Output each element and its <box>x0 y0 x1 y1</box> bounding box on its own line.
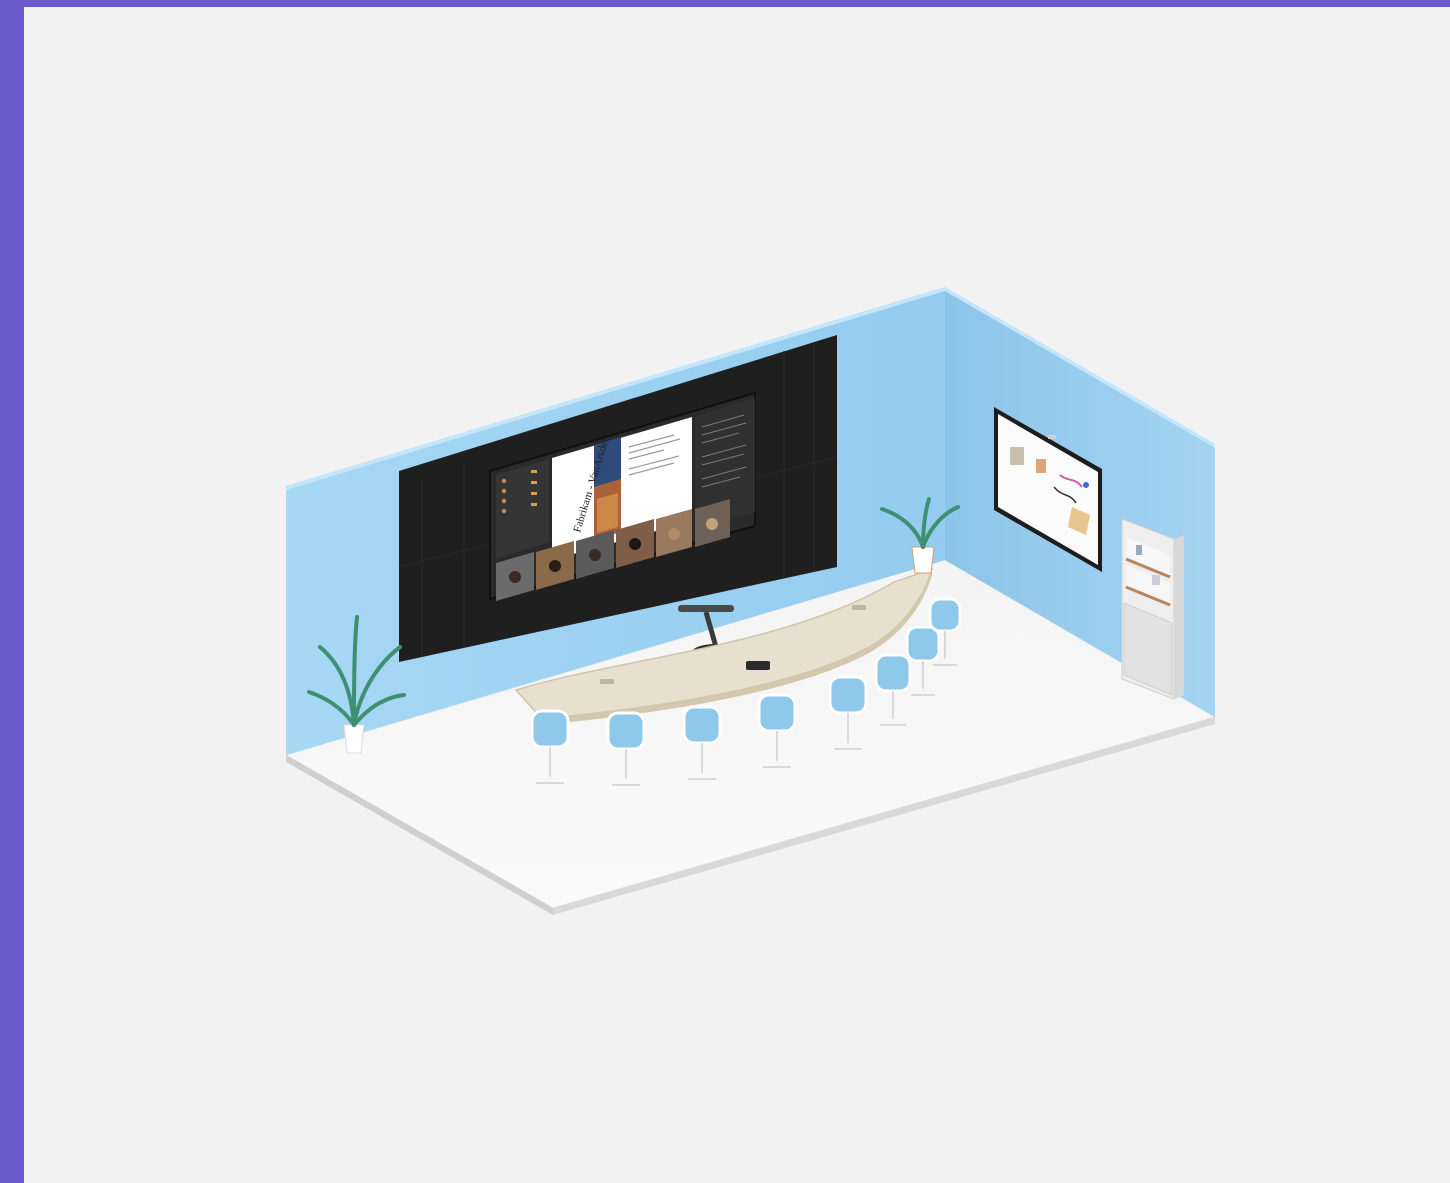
shelf-icon <box>1121 518 1184 700</box>
touch-controller <box>746 661 770 670</box>
camera-icon <box>1048 435 1056 439</box>
room-illustration: Fabrikam - VanArsdel <box>24 7 1450 1183</box>
room-svg: Fabrikam - VanArsdel <box>284 287 1217 915</box>
frame-top-bar <box>0 0 1450 7</box>
frame-left-bar <box>0 0 24 1183</box>
